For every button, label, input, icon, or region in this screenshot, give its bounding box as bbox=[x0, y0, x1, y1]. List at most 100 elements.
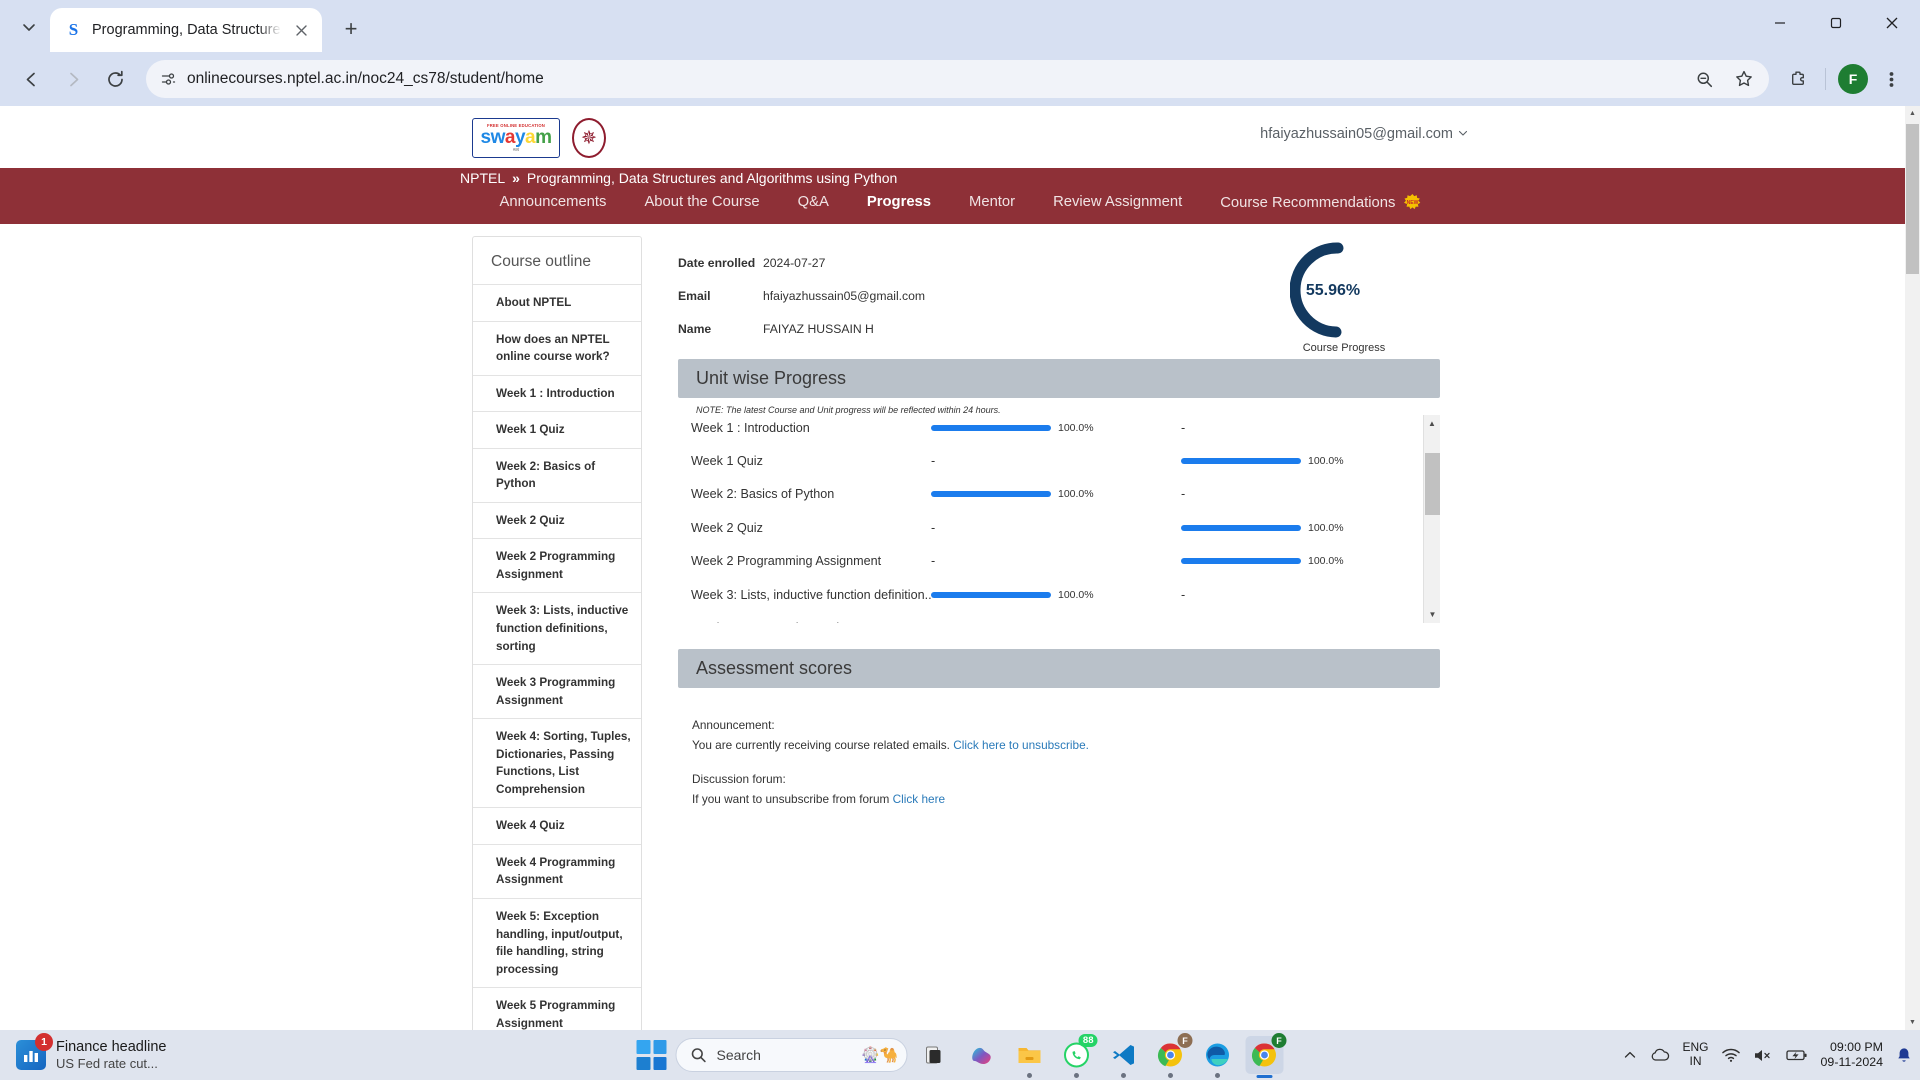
nav-item-announcements[interactable]: Announcements bbox=[497, 190, 608, 215]
progress-caption: Course Progress bbox=[1302, 342, 1386, 354]
row-col1-value: - bbox=[931, 621, 935, 623]
taskbar-search-box[interactable]: Search 🎡🐪 bbox=[675, 1038, 908, 1072]
svg-text:NEW: NEW bbox=[1406, 200, 1418, 206]
sidebar-item-week3-lists[interactable]: Week 3: Lists, inductive function defini… bbox=[473, 592, 641, 664]
onedrive-cloud-icon[interactable] bbox=[1650, 1047, 1670, 1063]
nav-item-review-assignment[interactable]: Review Assignment bbox=[1051, 190, 1184, 215]
sidebar-item-week2-quiz[interactable]: Week 2 Quiz bbox=[473, 501, 641, 539]
sidebar-item-week1-quiz[interactable]: Week 1 Quiz bbox=[473, 411, 641, 448]
progress-bar bbox=[931, 591, 1051, 598]
user-email-label: hfaiyazhussain05@gmail.com bbox=[1260, 126, 1453, 142]
row-col2-value: 100.0% bbox=[1308, 521, 1344, 534]
close-icon[interactable] bbox=[290, 19, 312, 41]
file-explorer-taskbar-icon[interactable] bbox=[1011, 1036, 1049, 1078]
sidebar-item-how-course-works[interactable]: How does an NPTEL online course work? bbox=[473, 320, 641, 375]
chrome-active-taskbar-icon[interactable]: F bbox=[1245, 1033, 1287, 1078]
minimize-icon[interactable] bbox=[1752, 0, 1808, 46]
sidebar-item-week2-assignment[interactable]: Week 2 Programming Assignment bbox=[473, 538, 641, 592]
notification-bell-icon[interactable] bbox=[1896, 1047, 1912, 1064]
running-indicator bbox=[1168, 1073, 1173, 1078]
sidebar-item-week3-assignment[interactable]: Week 3 Programming Assignment bbox=[473, 664, 641, 718]
nav-item-qa[interactable]: Q&A bbox=[796, 190, 831, 215]
back-icon[interactable] bbox=[12, 60, 50, 98]
wifi-icon[interactable] bbox=[1721, 1048, 1740, 1063]
nav-item-about-the-course[interactable]: About the Course bbox=[642, 190, 761, 215]
table-row: Week 2 Quiz - 100.0% bbox=[678, 511, 1440, 544]
sidebar-item-week2-basics[interactable]: Week 2: Basics of Python bbox=[473, 447, 641, 502]
extensions-icon[interactable] bbox=[1781, 62, 1815, 96]
sidebar-item-week5-exception[interactable]: Week 5: Exception handling, input/output… bbox=[473, 898, 641, 987]
active-indicator bbox=[1256, 1075, 1273, 1078]
battery-charging-icon[interactable] bbox=[1785, 1048, 1808, 1062]
nav-item-mentor[interactable]: Mentor bbox=[967, 190, 1017, 215]
edge-taskbar-icon[interactable] bbox=[1199, 1036, 1237, 1078]
tab-search-button[interactable] bbox=[12, 10, 46, 44]
news-widget[interactable]: 1 Finance headline US Fed rate cut... bbox=[0, 1033, 560, 1072]
page-scrollbar[interactable]: ▲ ▼ bbox=[1905, 106, 1920, 1030]
table-row: Week 2: Basics of Python 100.0% - bbox=[678, 478, 1440, 511]
address-bar[interactable]: onlinecourses.nptel.ac.in/noc24_cs78/stu… bbox=[146, 60, 1769, 98]
info-label: Email bbox=[678, 288, 711, 303]
chrome-profile-taskbar-icon[interactable]: F bbox=[1152, 1033, 1193, 1078]
sidebar-item-week4-sorting[interactable]: Week 4: Sorting, Tuples, Dictionaries, P… bbox=[473, 718, 641, 807]
language-indicator[interactable]: ENG IN bbox=[1683, 1040, 1709, 1069]
row-col1-value: 100.0% bbox=[1058, 421, 1094, 434]
chrome-menu-icon[interactable] bbox=[1874, 62, 1908, 96]
sidebar-item-about-nptel[interactable]: About NPTEL bbox=[473, 284, 641, 321]
unit-progress-heading: Unit wise Progress bbox=[678, 359, 1440, 398]
vscode-taskbar-icon[interactable] bbox=[1105, 1036, 1143, 1078]
main-panel: Date enrolled 2024-07-27 Email hfaiyazhu… bbox=[678, 236, 1440, 806]
progress-bar bbox=[1181, 524, 1301, 531]
show-hidden-icons-chevron-icon[interactable] bbox=[1623, 1048, 1637, 1062]
forward-icon[interactable] bbox=[54, 60, 92, 98]
bookmark-star-icon[interactable] bbox=[1727, 62, 1761, 96]
scrollbar-thumb[interactable] bbox=[1425, 453, 1440, 515]
maximize-icon[interactable] bbox=[1808, 0, 1864, 46]
new-badge-icon: NEW bbox=[1403, 194, 1421, 210]
sidebar-item-week4-assignment[interactable]: Week 4 Programming Assignment bbox=[473, 843, 641, 898]
swayam-logo[interactable]: FREE ONLINE EDUCATION swayam स्वयं bbox=[472, 118, 560, 158]
course-outline-sidebar: Course outline About NPTEL How does an N… bbox=[472, 236, 642, 1030]
whatsapp-taskbar-icon[interactable]: 88 bbox=[1058, 1034, 1098, 1078]
unit-progress-note: NOTE: The latest Course and Unit progres… bbox=[696, 405, 1001, 415]
nav-item-course-recommendations[interactable]: Course Recommendations NEW bbox=[1218, 190, 1422, 215]
reload-icon[interactable] bbox=[96, 60, 134, 98]
page-viewport: FREE ONLINE EDUCATION swayam स्वयं ✵ hfa… bbox=[0, 106, 1920, 1030]
zoom-search-icon[interactable] bbox=[1687, 62, 1721, 96]
table-scrollbar[interactable]: ▲ ▼ bbox=[1423, 415, 1440, 623]
start-button-icon[interactable] bbox=[636, 1040, 667, 1070]
copilot-taskbar-icon[interactable] bbox=[964, 1036, 1002, 1074]
row-col2-value: 100.0% bbox=[1308, 455, 1344, 468]
unsubscribe-forum-link[interactable]: Click here bbox=[893, 792, 945, 806]
new-tab-button[interactable]: + bbox=[334, 12, 368, 46]
whatsapp-unread-badge: 88 bbox=[1078, 1034, 1098, 1047]
taskbar-clock[interactable]: 09:00 PM 09-11-2024 bbox=[1821, 1040, 1883, 1071]
breadcrumb-separator: » bbox=[512, 170, 520, 186]
browser-tab[interactable]: S Programming, Data Structures a bbox=[50, 8, 322, 52]
nav-item-progress[interactable]: Progress bbox=[865, 190, 933, 215]
page-scroll-down-icon[interactable]: ▼ bbox=[1905, 1015, 1920, 1030]
close-window-icon[interactable] bbox=[1864, 0, 1920, 46]
unsubscribe-email-link[interactable]: Click here to unsubscribe. bbox=[953, 738, 1089, 752]
task-view-icon[interactable] bbox=[917, 1036, 955, 1074]
row-col2-value: - bbox=[1181, 420, 1186, 435]
user-account-menu[interactable]: hfaiyazhussain05@gmail.com bbox=[1260, 126, 1468, 142]
page-scroll-up-icon[interactable]: ▲ bbox=[1905, 106, 1920, 121]
language-line2: IN bbox=[1689, 1054, 1702, 1068]
row-col1-value: - bbox=[931, 554, 936, 569]
volume-muted-icon[interactable] bbox=[1753, 1048, 1773, 1063]
breadcrumb-root[interactable]: NPTEL bbox=[460, 170, 505, 186]
row-col1-value: - bbox=[931, 520, 936, 535]
page-scrollbar-thumb[interactable] bbox=[1906, 124, 1919, 274]
running-indicator bbox=[1121, 1073, 1126, 1078]
site-settings-icon[interactable] bbox=[160, 71, 177, 88]
announcement-line: You are currently receiving course relat… bbox=[692, 738, 1440, 752]
sidebar-item-week4-quiz[interactable]: Week 4 Quiz bbox=[473, 807, 641, 844]
sidebar-item-week1-introduction[interactable]: Week 1 : Introduction bbox=[473, 374, 641, 412]
table-row: Week 1 Quiz - 100.0% bbox=[678, 444, 1440, 477]
scroll-down-icon[interactable]: ▼ bbox=[1424, 606, 1440, 623]
scroll-up-icon[interactable]: ▲ bbox=[1424, 415, 1440, 432]
profile-avatar[interactable]: F bbox=[1836, 62, 1870, 96]
news-subtitle: US Fed rate cut... bbox=[56, 1055, 158, 1071]
sidebar-item-week5-assignment[interactable]: Week 5 Programming Assignment bbox=[473, 987, 641, 1030]
